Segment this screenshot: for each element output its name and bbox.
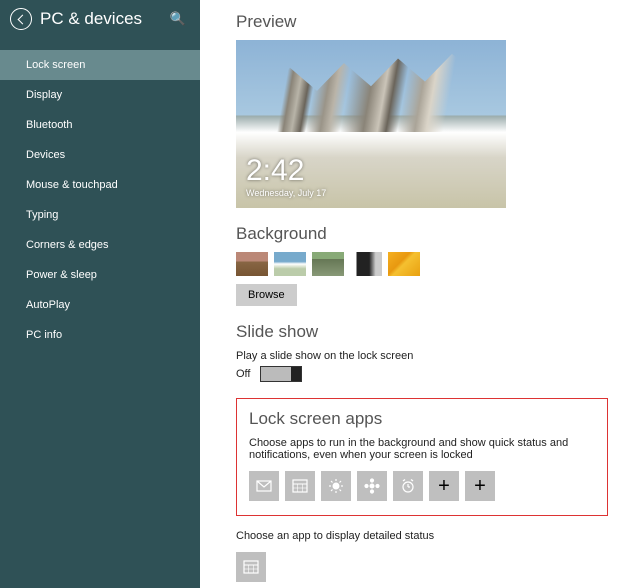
detailed-status-app-row	[236, 552, 608, 582]
alarm-icon	[400, 478, 416, 494]
lockscreen-preview: 2:42 Wednesday, July 17	[236, 40, 506, 208]
preview-date: Wednesday, July 17	[246, 188, 326, 198]
slideshow-text: Play a slide show on the lock screen	[236, 350, 608, 362]
sidebar-item-mouse-touchpad[interactable]: Mouse & touchpad	[0, 170, 200, 200]
calendar-icon	[243, 559, 259, 575]
app-slot-calendar[interactable]	[285, 471, 315, 501]
toggle-track	[261, 367, 291, 381]
content-pane: Preview 2:42 Wednesday, July 17 Backgrou…	[200, 0, 624, 588]
app-slot-weather[interactable]	[321, 471, 351, 501]
background-thumbnails	[236, 252, 608, 276]
sidebar-item-pc-info[interactable]: PC info	[0, 320, 200, 350]
preview-heading: Preview	[236, 12, 608, 32]
sidebar-item-lock-screen[interactable]: Lock screen	[0, 50, 200, 80]
sidebar-header: PC & devices 🔍	[0, 0, 200, 40]
lock-screen-apps-section: Lock screen apps Choose apps to run in t…	[236, 398, 608, 516]
slideshow-toggle-row: Off	[236, 366, 608, 382]
sidebar-item-bluetooth[interactable]: Bluetooth	[0, 110, 200, 140]
background-thumb-3[interactable]	[312, 252, 344, 276]
background-thumb-5[interactable]	[388, 252, 420, 276]
slideshow-heading: Slide show	[236, 322, 608, 342]
app-slot-people[interactable]	[357, 471, 387, 501]
mail-icon	[256, 478, 272, 494]
page-title: PC & devices	[40, 9, 170, 29]
browse-button[interactable]: Browse	[236, 284, 297, 306]
preview-time: 2:42	[246, 154, 326, 188]
add-app-slot[interactable]: +	[429, 471, 459, 501]
add-app-slot[interactable]: +	[465, 471, 495, 501]
search-icon[interactable]: 🔍	[170, 11, 186, 27]
sidebar-item-devices[interactable]: Devices	[0, 140, 200, 170]
weather-icon	[328, 478, 344, 494]
preview-overlay: 2:42 Wednesday, July 17	[246, 154, 326, 198]
app-slot-mail[interactable]	[249, 471, 279, 501]
background-thumb-1[interactable]	[236, 252, 268, 276]
lockapps-heading: Lock screen apps	[249, 409, 595, 429]
app-slot-alarm[interactable]	[393, 471, 423, 501]
detailed-status-section: Choose an app to display detailed status	[236, 530, 608, 582]
background-heading: Background	[236, 224, 608, 244]
slideshow-toggle[interactable]	[260, 366, 302, 382]
calendar-icon	[292, 478, 308, 494]
back-arrow-icon	[17, 14, 27, 24]
people-icon	[364, 478, 380, 494]
sidebar-item-power-sleep[interactable]: Power & sleep	[0, 260, 200, 290]
sidebar-nav: Lock screenDisplayBluetoothDevicesMouse …	[0, 50, 200, 350]
slideshow-toggle-state: Off	[236, 368, 250, 380]
sidebar-item-corners-edges[interactable]: Corners & edges	[0, 230, 200, 260]
sidebar: PC & devices 🔍 Lock screenDisplayBluetoo…	[0, 0, 200, 588]
sidebar-item-autoplay[interactable]: AutoPlay	[0, 290, 200, 320]
sidebar-item-display[interactable]: Display	[0, 80, 200, 110]
detailed-status-slot[interactable]	[236, 552, 266, 582]
back-button[interactable]	[10, 8, 32, 30]
preview-backdrop	[236, 40, 506, 132]
background-thumb-4[interactable]	[350, 252, 382, 276]
detail-text: Choose an app to display detailed status	[236, 530, 608, 542]
sidebar-item-typing[interactable]: Typing	[0, 200, 200, 230]
lockapps-text: Choose apps to run in the background and…	[249, 437, 595, 461]
quick-status-app-row: ++	[249, 471, 595, 501]
background-thumb-2[interactable]	[274, 252, 306, 276]
toggle-knob	[291, 367, 301, 381]
